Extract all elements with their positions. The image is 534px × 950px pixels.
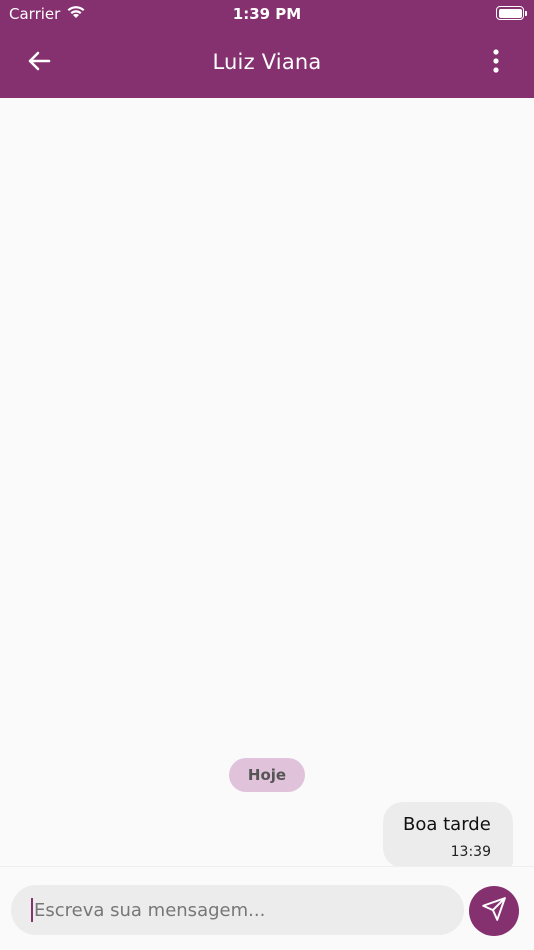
- carrier-label: Carrier: [9, 5, 61, 23]
- status-bar: Carrier 1:39 PM: [0, 0, 534, 28]
- send-icon: [481, 896, 507, 926]
- message-time: 13:39: [450, 844, 491, 860]
- message-text: Boa tarde: [403, 814, 491, 835]
- status-time: 1:39 PM: [232, 5, 302, 23]
- date-separator: Hoje: [229, 758, 305, 792]
- message-bubble[interactable]: Boa tarde 13:39: [383, 802, 513, 868]
- more-vertical-icon: [492, 49, 500, 77]
- message-input-placeholder: Escreva sua mensagem...: [34, 899, 266, 921]
- text-caret: [31, 898, 33, 922]
- chat-area[interactable]: Hoje Boa tarde 13:39: [0, 98, 534, 868]
- wifi-icon: [66, 5, 86, 23]
- status-left: Carrier: [9, 5, 86, 23]
- header: Carrier 1:39 PM Luiz Viana: [0, 0, 534, 98]
- battery-icon: [496, 6, 527, 20]
- message-input[interactable]: Escreva sua mensagem...: [11, 885, 464, 935]
- app-bar: Luiz Viana: [0, 28, 534, 98]
- composer: Escreva sua mensagem...: [0, 866, 534, 950]
- more-options-button[interactable]: [482, 46, 510, 80]
- send-button[interactable]: [469, 886, 519, 936]
- page-title: Luiz Viana: [212, 50, 322, 74]
